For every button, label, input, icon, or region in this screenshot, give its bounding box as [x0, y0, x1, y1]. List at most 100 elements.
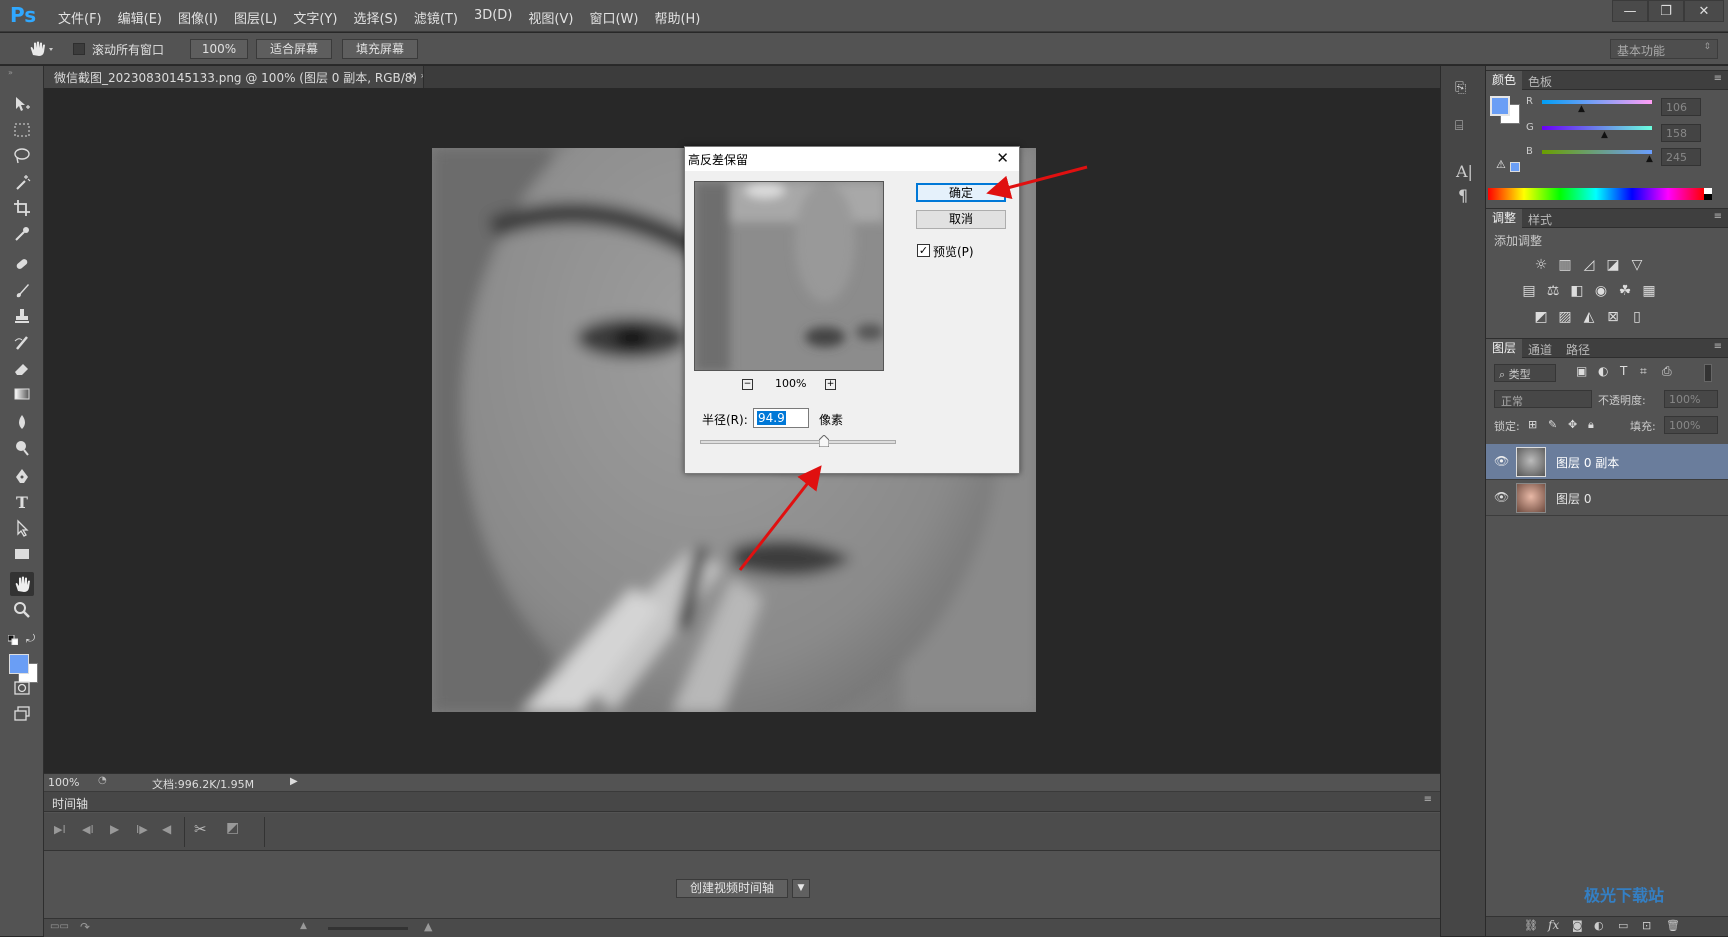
selective-color-icon[interactable]: ▯	[1628, 308, 1646, 326]
green-value-field[interactable]: 158	[1661, 124, 1701, 142]
preview-checkbox[interactable]: ✓	[917, 244, 930, 257]
crop-tool-icon[interactable]	[10, 196, 34, 220]
properties-panel-icon[interactable]: ⌸	[1455, 118, 1463, 134]
tab-layers[interactable]: 图层	[1486, 339, 1523, 358]
collapse-icon[interactable]: »	[8, 68, 13, 77]
lock-position-icon[interactable]: ✥	[1568, 418, 1577, 431]
menu-filter[interactable]: 滤镜(T)	[406, 8, 466, 27]
type-tool-icon[interactable]: T	[10, 490, 34, 514]
screen-mode-icon[interactable]	[10, 702, 34, 726]
eyedropper-tool-icon[interactable]	[10, 222, 34, 246]
tab-color[interactable]: 颜色	[1486, 71, 1523, 90]
new-layer-icon[interactable]: ⊡	[1642, 919, 1651, 932]
panel-menu-icon[interactable]: ≡	[1714, 73, 1722, 84]
zoom-in-mountain-icon[interactable]: ▲	[424, 920, 432, 933]
menu-layer[interactable]: 图层(L)	[226, 8, 285, 27]
fill-field[interactable]: 100%	[1664, 416, 1718, 434]
ok-button[interactable]: 确定	[916, 183, 1006, 202]
visibility-eye-icon[interactable]: 👁︎	[1494, 490, 1509, 504]
color-panel-foreground-swatch[interactable]	[1490, 96, 1510, 116]
dodge-tool-icon[interactable]	[10, 436, 34, 460]
eraser-tool-icon[interactable]	[10, 356, 34, 380]
history-brush-tool-icon[interactable]	[10, 330, 34, 354]
workspace-select[interactable]: 基本功能 ⇕	[1610, 39, 1718, 59]
fit-screen-button[interactable]: 适合屏幕	[256, 39, 332, 59]
play-icon[interactable]: ▶	[110, 822, 119, 836]
web-safe-color-swatch[interactable]	[1510, 162, 1520, 172]
radius-input[interactable]: 94.9	[753, 408, 809, 428]
exposure-icon[interactable]: ◪	[1604, 256, 1622, 274]
channel-mixer-icon[interactable]: ☘	[1616, 282, 1634, 300]
menu-window[interactable]: 窗口(W)	[581, 8, 646, 27]
restore-button[interactable]: ❐	[1648, 0, 1684, 22]
tab-styles[interactable]: 样式	[1528, 211, 1552, 228]
first-frame-icon[interactable]: ▶I	[54, 823, 66, 836]
slider-thumb-icon[interactable]: ▲	[1578, 104, 1585, 114]
tab-paths[interactable]: 路径	[1566, 341, 1590, 358]
split-scissors-icon[interactable]: ✂	[194, 820, 207, 838]
filter-smart-object-icon[interactable]: ⎙	[1662, 364, 1672, 379]
filter-adjustment-icon[interactable]: ◐	[1598, 364, 1608, 378]
default-colors-icon[interactable]	[7, 634, 19, 646]
status-info-icon[interactable]: ◔	[98, 775, 107, 786]
panel-menu-icon[interactable]: ≡	[1714, 211, 1722, 222]
tab-swatches[interactable]: 色板	[1528, 73, 1552, 90]
close-tab-icon[interactable]: ×	[407, 69, 417, 83]
minimize-button[interactable]: —	[1612, 0, 1648, 22]
tab-channels[interactable]: 通道	[1528, 341, 1552, 358]
layer-row-selected[interactable]: 👁︎ 图层 0 副本	[1486, 444, 1728, 480]
filter-pixel-icon[interactable]: ▣	[1576, 364, 1587, 378]
zoom-tool-icon[interactable]	[10, 598, 34, 622]
red-slider[interactable]	[1542, 100, 1652, 104]
red-value-field[interactable]: 106	[1661, 98, 1701, 116]
document-tab[interactable]: 微信截图_20230830145133.png @ 100% (图层 0 副本,…	[44, 66, 424, 88]
timeline-dropdown-icon[interactable]: ▼	[792, 879, 810, 898]
filter-type-icon[interactable]: T	[1620, 364, 1627, 378]
new-adjustment-layer-icon[interactable]: ◐	[1594, 919, 1604, 932]
pen-tool-icon[interactable]	[10, 464, 34, 488]
radius-slider-thumb[interactable]	[818, 434, 830, 448]
lock-paint-icon[interactable]: ✎	[1548, 418, 1557, 431]
curves-icon[interactable]: ◿	[1580, 256, 1598, 274]
frame-animation-icon[interactable]: ▭▭	[50, 921, 69, 932]
path-selection-tool-icon[interactable]	[10, 516, 34, 540]
zoom-in-icon[interactable]: +	[825, 379, 836, 390]
photo-filter-icon[interactable]: ◉	[1592, 282, 1610, 300]
marquee-tool-icon[interactable]	[10, 118, 34, 142]
panel-menu-icon[interactable]: ≡	[1714, 341, 1722, 352]
gradient-tool-icon[interactable]	[10, 382, 34, 406]
visibility-eye-icon[interactable]: 👁︎	[1494, 454, 1509, 468]
tab-adjustments[interactable]: 调整	[1486, 209, 1523, 228]
character-panel-icon[interactable]: A|	[1456, 162, 1473, 181]
quick-mask-icon[interactable]	[10, 676, 34, 700]
menu-3d[interactable]: 3D(D)	[466, 8, 520, 27]
clone-stamp-tool-icon[interactable]	[10, 304, 34, 328]
layer-row[interactable]: 👁︎ 图层 0	[1486, 480, 1728, 516]
gradient-map-icon[interactable]: ⊠	[1604, 308, 1622, 326]
link-layers-icon[interactable]: ⛓︎	[1524, 919, 1538, 932]
vibrance-icon[interactable]: ▽	[1628, 256, 1646, 274]
black-white-icon[interactable]: ◧	[1568, 282, 1586, 300]
menu-view[interactable]: 视图(V)	[520, 8, 581, 27]
opacity-field[interactable]: 100%	[1664, 390, 1718, 408]
lasso-tool-icon[interactable]	[10, 144, 34, 168]
healing-brush-tool-icon[interactable]	[10, 252, 34, 276]
convert-icon[interactable]: ↷	[80, 920, 90, 934]
cancel-button[interactable]: 取消	[916, 210, 1006, 229]
audio-icon[interactable]: ◀	[162, 822, 171, 836]
slider-thumb-icon[interactable]: ▲	[1601, 130, 1608, 140]
layer-style-icon[interactable]: fx	[1548, 918, 1559, 932]
menu-help[interactable]: 帮助(H)	[646, 8, 708, 27]
color-spectrum-bar[interactable]	[1488, 188, 1704, 200]
brush-tool-icon[interactable]	[10, 278, 34, 302]
lock-all-icon[interactable]: 🔒︎	[1588, 418, 1594, 432]
menu-edit[interactable]: 编辑(E)	[110, 8, 170, 27]
brightness-icon[interactable]: ☼	[1532, 256, 1550, 274]
blue-slider[interactable]	[1542, 150, 1652, 154]
rectangle-tool-icon[interactable]	[10, 542, 34, 566]
zoom-100-button[interactable]: 100%	[190, 39, 248, 59]
panel-menu-icon[interactable]: ≡	[1424, 794, 1432, 805]
dialog-close-icon[interactable]: ✕	[996, 149, 1009, 167]
menu-file[interactable]: 文件(F)	[50, 8, 110, 27]
fill-screen-button[interactable]: 填充屏幕	[342, 39, 418, 59]
